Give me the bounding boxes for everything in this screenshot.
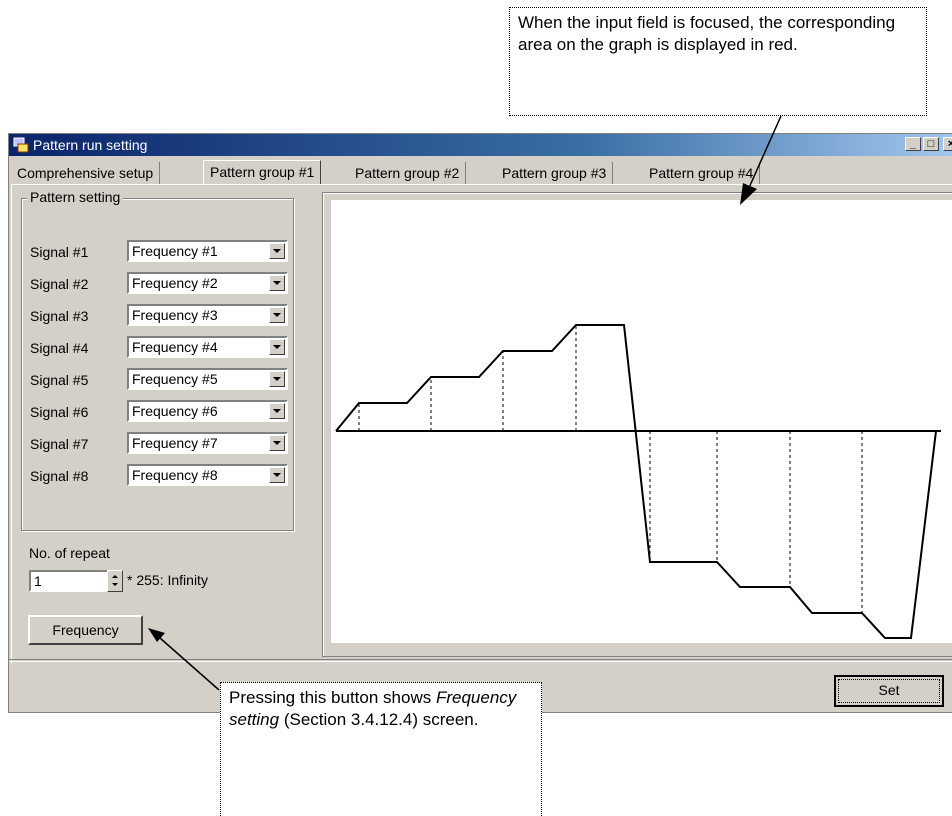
app-icon — [13, 137, 29, 153]
repeat-spinner[interactable] — [107, 570, 123, 592]
chevron-down-icon[interactable] — [269, 467, 285, 483]
signal-3-value: Frequency #3 — [132, 307, 218, 323]
set-button[interactable]: Set — [834, 675, 944, 707]
title-bar[interactable]: Pattern run setting _ □ × — [9, 134, 952, 156]
callout-frequency-post: (Section 3.4.12.4) screen. — [279, 710, 479, 729]
spin-down-icon[interactable] — [112, 583, 118, 586]
graph-waveform — [335, 324, 937, 639]
pattern-setting-legend: Pattern setting — [27, 189, 124, 205]
signal-8-label: Signal #8 — [30, 468, 89, 484]
pattern-run-window: Pattern run setting _ □ × Comprehensive … — [8, 133, 952, 713]
repeat-label: No. of repeat — [29, 545, 110, 561]
signal-8-select[interactable]: Frequency #8 — [127, 464, 288, 486]
close-button[interactable]: × — [943, 137, 952, 151]
repeat-input[interactable]: 1 — [29, 570, 109, 592]
signal-6-label: Signal #6 — [30, 404, 89, 420]
callout-focus-note: When the input field is focused, the cor… — [509, 7, 927, 116]
tab-pattern-group-1[interactable]: Pattern group #1 — [203, 160, 322, 185]
signal-5-value: Frequency #5 — [132, 371, 218, 387]
signal-7-value: Frequency #7 — [132, 435, 218, 451]
callout-focus-text: When the input field is focused, the cor… — [518, 13, 896, 54]
signal-2-label: Signal #2 — [30, 276, 89, 292]
chevron-down-icon[interactable] — [269, 243, 285, 259]
signal-5-label: Signal #5 — [30, 372, 89, 388]
signal-1-value: Frequency #1 — [132, 243, 218, 259]
chevron-down-icon[interactable] — [269, 307, 285, 323]
maximize-icon: □ — [927, 138, 935, 150]
signal-2-select[interactable]: Frequency #2 — [127, 272, 288, 294]
minimize-button[interactable]: _ — [905, 137, 921, 151]
close-icon: × — [947, 138, 952, 150]
tab-strip: Comprehensive setup Pattern group #1 Pat… — [9, 160, 952, 185]
chevron-down-icon[interactable] — [269, 403, 285, 419]
pattern-graph — [331, 200, 952, 643]
spin-up-icon[interactable] — [112, 575, 118, 578]
signal-4-value: Frequency #4 — [132, 339, 218, 355]
signal-4-label: Signal #4 — [30, 340, 89, 356]
callout-frequency-note: Pressing this button shows Frequency set… — [220, 682, 542, 816]
maximize-button[interactable]: □ — [923, 137, 939, 151]
chevron-down-icon[interactable] — [269, 435, 285, 451]
signal-1-select[interactable]: Frequency #1 — [127, 240, 288, 262]
signal-3-label: Signal #3 — [30, 308, 89, 324]
signal-4-select[interactable]: Frequency #4 — [127, 336, 288, 358]
graph-segment-dividers — [358, 325, 863, 613]
callout-frequency-pre: Pressing this button shows — [229, 688, 436, 707]
chevron-down-icon[interactable] — [269, 371, 285, 387]
signal-7-label: Signal #7 — [30, 436, 89, 452]
window-title: Pattern run setting — [33, 137, 148, 153]
signal-1-label: Signal #1 — [30, 244, 89, 260]
signal-2-value: Frequency #2 — [132, 275, 218, 291]
chevron-down-icon[interactable] — [269, 275, 285, 291]
signal-5-select[interactable]: Frequency #5 — [127, 368, 288, 390]
signal-8-value: Frequency #8 — [132, 467, 218, 483]
signal-3-select[interactable]: Frequency #3 — [127, 304, 288, 326]
repeat-infinity-note: * 255: Infinity — [127, 572, 208, 588]
tab-pattern-group-3[interactable]: Pattern group #3 — [496, 162, 614, 184]
frequency-button[interactable]: Frequency — [28, 615, 143, 645]
tab-comprehensive-setup[interactable]: Comprehensive setup — [11, 162, 161, 184]
signal-7-select[interactable]: Frequency #7 — [127, 432, 288, 454]
chevron-down-icon[interactable] — [269, 339, 285, 355]
bottom-separator — [9, 659, 952, 661]
signal-6-value: Frequency #6 — [132, 403, 218, 419]
tab-pattern-group-2[interactable]: Pattern group #2 — [349, 162, 467, 184]
minimize-icon: _ — [909, 138, 917, 150]
tab-pattern-group-4[interactable]: Pattern group #4 — [643, 162, 761, 184]
signal-6-select[interactable]: Frequency #6 — [127, 400, 288, 422]
